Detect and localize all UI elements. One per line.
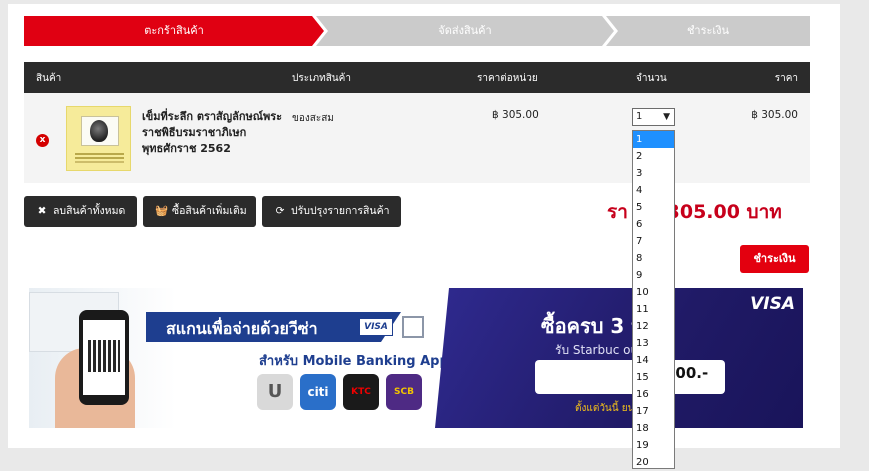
bank-logo-u: U <box>257 374 293 410</box>
bank-logo-ktc: KTC <box>343 374 379 410</box>
quantity-option[interactable]: 16 <box>633 386 674 403</box>
quantity-option[interactable]: 11 <box>633 301 674 318</box>
visa-logo-small: VISA <box>359 318 393 336</box>
quantity-option[interactable]: 20 <box>633 454 674 471</box>
quantity-option[interactable]: 4 <box>633 182 674 199</box>
bank-logo-citi: citi <box>300 374 336 410</box>
table-row: x เข็มที่ระลึก ตราสัญลักษณ์พระราชพิธีบรม… <box>24 93 810 183</box>
phone-image <box>79 310 129 405</box>
quantity-option[interactable]: 1 <box>633 131 674 148</box>
header-product: สินค้า <box>36 73 62 84</box>
quantity-option[interactable]: 17 <box>633 403 674 420</box>
promo-banner[interactable]: สแกนเพื่อจ่ายด้วยวีซ่า VISA สำหรับ Mobil… <box>29 288 803 428</box>
x-circle-icon: ✖ <box>37 205 47 217</box>
product-price: ฿ 305.00 <box>751 109 798 121</box>
quantity-option[interactable]: 5 <box>633 199 674 216</box>
step-cart: ตะกร้าสินค้า <box>24 16 324 46</box>
header-price: ราคา <box>774 73 798 84</box>
quantity-option[interactable]: 19 <box>633 437 674 454</box>
checkout-button[interactable]: ชำระเงิน <box>740 245 809 273</box>
step-shipping: จัดส่งสินค้า <box>316 16 614 46</box>
update-cart-label: ปรับปรุงรายการสินค้า <box>291 205 390 217</box>
banner-left: สแกนเพื่อจ่ายด้วยวีซ่า VISA สำหรับ Mobil… <box>29 288 449 428</box>
checkout-steps: ตะกร้าสินค้า จัดส่งสินค้า ชำระเงิน <box>24 16 810 46</box>
total-value: 305.00 บาท <box>666 201 782 223</box>
quantity-option[interactable]: 3 <box>633 165 674 182</box>
clear-cart-label: ลบสินค้าทั้งหมด <box>53 205 126 217</box>
basket-icon: 🧺 <box>155 205 169 217</box>
banner-left-title: สแกนเพื่อจ่ายด้วยวีซ่า <box>166 319 318 338</box>
remove-item-icon[interactable]: x <box>36 134 49 147</box>
qr-scan-icon <box>402 316 424 338</box>
continue-shopping-label: ซื้อสินค้าเพิ่มเติม <box>172 205 247 217</box>
quantity-option[interactable]: 10 <box>633 284 674 301</box>
header-unit-price: ราคาต่อหน่วย <box>477 73 538 84</box>
product-thumbnail[interactable] <box>66 106 131 171</box>
chevron-down-icon: ▼ <box>663 112 670 122</box>
quantity-option[interactable]: 9 <box>633 267 674 284</box>
product-caption-lines <box>75 153 124 155</box>
quantity-option[interactable]: 18 <box>633 420 674 437</box>
pin-emblem <box>90 120 108 142</box>
banner-right: VISA ซื้อครบ 3 บาท รับ Starbuc oupon ตั้… <box>435 288 803 428</box>
refresh-icon: ⟳ <box>275 205 285 217</box>
qr-code-icon <box>88 340 120 372</box>
quantity-option[interactable]: 12 <box>633 318 674 335</box>
product-name[interactable]: เข็มที่ระลึก ตราสัญลักษณ์พระราชพิธีบรมรา… <box>142 109 287 157</box>
quantity-select[interactable]: 1 ▼ <box>632 108 675 126</box>
quantity-value: 1 <box>636 111 643 122</box>
product-unit-price: ฿ 305.00 <box>492 109 539 121</box>
product-type: ของสะสม <box>292 113 334 124</box>
quantity-option[interactable]: 2 <box>633 148 674 165</box>
bank-logo-scb: SCB <box>386 374 422 410</box>
header-quantity: จำนวน <box>636 73 667 84</box>
quantity-option[interactable]: 7 <box>633 233 674 250</box>
quantity-option[interactable]: 13 <box>633 335 674 352</box>
quantity-option[interactable]: 8 <box>633 250 674 267</box>
total-label: รา <box>607 201 628 223</box>
continue-shopping-button[interactable]: 🧺 ซื้อสินค้าเพิ่มเติม <box>143 196 256 227</box>
clear-cart-button[interactable]: ✖ ลบสินค้าทั้งหมด <box>24 196 137 227</box>
update-cart-button[interactable]: ⟳ ปรับปรุงรายการสินค้า <box>262 196 401 227</box>
quantity-option[interactable]: 6 <box>633 216 674 233</box>
header-type: ประเภทสินค้า <box>292 73 351 84</box>
cart-table-header: สินค้า ประเภทสินค้า ราคาต่อหน่วย จำนวน ร… <box>24 62 810 93</box>
quantity-dropdown-list[interactable]: 1 2 3 4 5 6 7 8 9 10 11 12 13 14 15 16 17 18 19 20 <box>632 130 675 469</box>
step-payment: ชำระเงิน <box>606 16 810 46</box>
banner-left-subtitle: สำหรับ Mobile Banking App <box>259 354 449 369</box>
quantity-option[interactable]: 15 <box>633 369 674 386</box>
visa-logo: VISA <box>750 294 795 314</box>
quantity-option[interactable]: 14 <box>633 352 674 369</box>
